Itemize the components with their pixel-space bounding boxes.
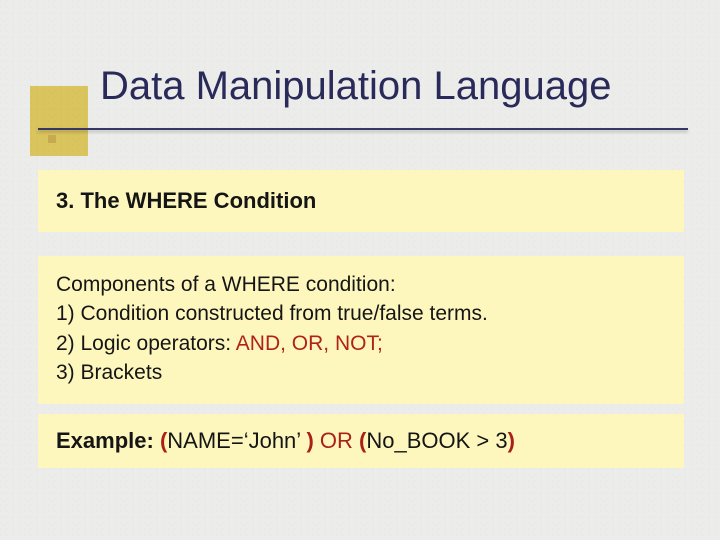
example-label: Example: <box>56 428 154 453</box>
title-accent-square <box>30 86 88 156</box>
body-intro: Components of a WHERE condition: <box>56 273 396 296</box>
section-heading-box: 3. The WHERE Condition <box>38 170 684 232</box>
example-expr-2: No_BOOK > 3 <box>366 428 507 453</box>
body-item-1: 1) Condition constructed from true/false… <box>56 302 488 325</box>
example-expr-1: NAME=‘John’ <box>167 428 306 453</box>
title-underline <box>38 128 688 130</box>
example-rparen-2: ) <box>508 428 515 453</box>
slide-title: Data Manipulation Language <box>100 64 690 109</box>
example-rparen-1: ) <box>306 428 313 453</box>
body-text: Components of a WHERE condition: 1) Cond… <box>56 270 666 388</box>
body-item-2-ops: AND, OR, NOT; <box>236 332 383 355</box>
example-text: Example: (NAME=‘John’ ) OR (No_BOOK > 3) <box>56 428 666 454</box>
example-box: Example: (NAME=‘John’ ) OR (No_BOOK > 3) <box>38 414 684 468</box>
title-bullet-icon <box>48 135 56 143</box>
section-heading: 3. The WHERE Condition <box>56 188 316 214</box>
slide: Data Manipulation Language 3. The WHERE … <box>0 0 720 540</box>
body-item-3: 3) Brackets <box>56 361 162 384</box>
example-or: OR <box>320 428 353 453</box>
body-box: Components of a WHERE condition: 1) Cond… <box>38 256 684 404</box>
body-item-2-prefix: 2) Logic operators: <box>56 332 236 355</box>
title-wrap: Data Manipulation Language <box>100 64 690 109</box>
